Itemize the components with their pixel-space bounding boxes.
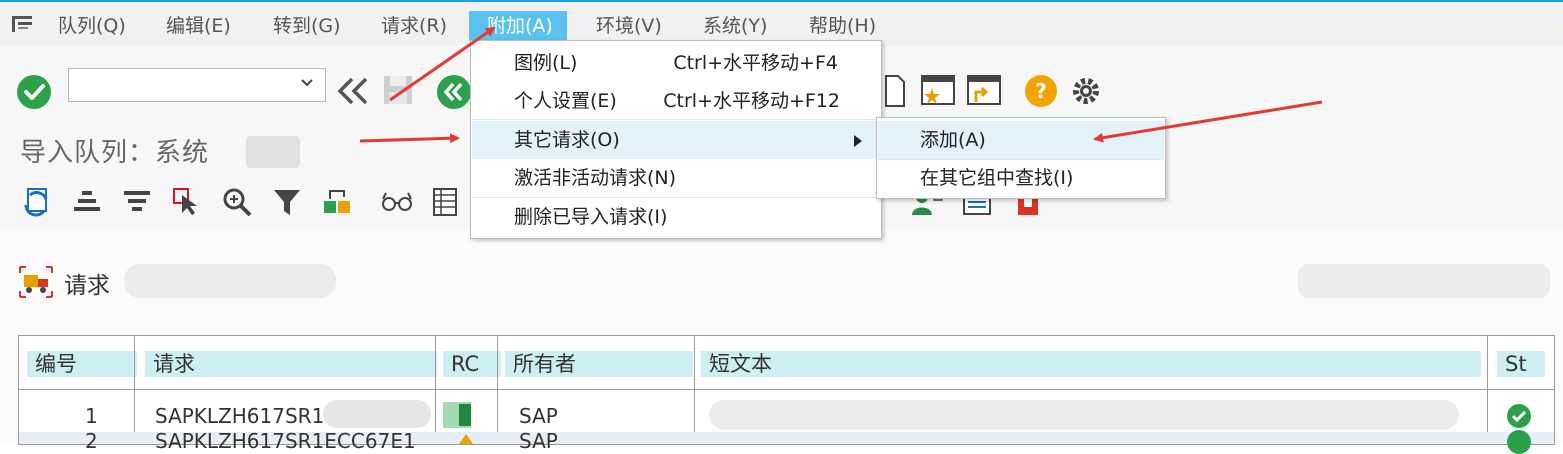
menu-extras[interactable]: 附加(A) — [469, 11, 567, 41]
menu-item-label: 其它请求(O) — [514, 129, 620, 151]
section-label: 请求 — [64, 273, 110, 299]
row-number: 2 — [85, 429, 98, 453]
filter-icon[interactable] — [272, 187, 302, 217]
menu-handle-icon[interactable] — [12, 16, 34, 32]
transport-icon[interactable] — [320, 187, 354, 217]
col-header-number[interactable]: 编号 — [27, 351, 137, 377]
row-request-id[interactable]: SAPKLZH617SR1ECC67E1 — [155, 429, 416, 453]
menu-item-other-requests[interactable]: 其它请求(O) — [472, 121, 880, 159]
menu-item-activate-inactive[interactable]: 激活非活动请求(N) — [472, 159, 880, 197]
layout-icon[interactable] — [432, 187, 458, 217]
menu-goto[interactable]: 转到(G) — [267, 11, 347, 41]
redacted-header-info — [1298, 264, 1550, 298]
truck-request-icon — [18, 265, 54, 299]
menu-item-label: 激活非活动请求(N) — [514, 167, 677, 189]
back-green-button[interactable] — [437, 75, 471, 109]
menu-request[interactable]: 请求(R) — [375, 11, 453, 41]
rc-indicator — [443, 402, 471, 428]
row-owner: SAP — [519, 404, 558, 428]
submenu-arrow-icon — [854, 135, 862, 147]
requests-table: 编号 请求 RC 所有者 短文本 St 1 SAPKLZH617SR1 SAP … — [18, 335, 1555, 454]
col-header-owner[interactable]: 所有者 — [505, 351, 693, 377]
col-divider — [497, 336, 498, 444]
svg-text:?: ? — [1035, 79, 1047, 103]
zoom-icon[interactable] — [222, 187, 252, 217]
shortcut-icon[interactable] — [966, 72, 1002, 108]
menu-separator — [472, 119, 880, 120]
sort-ascending-icon[interactable] — [72, 189, 102, 215]
chevron-down-icon[interactable] — [299, 75, 315, 91]
menu-item-shortcut: Ctrl+水平移动+F4 — [673, 52, 838, 74]
col-divider — [134, 336, 135, 444]
menu-item-shortcut: Ctrl+水平移动+F12 — [663, 90, 840, 112]
extras-dropdown-menu: 图例(L) Ctrl+水平移动+F4 个人设置(E) Ctrl+水平移动+F12… — [470, 40, 882, 239]
col-header-short-text[interactable]: 短文本 — [701, 351, 1481, 377]
row-request-id[interactable]: SAPKLZH617SR1 — [155, 404, 324, 428]
menu-edit[interactable]: 编辑(E) — [160, 11, 237, 41]
redacted-short-text — [709, 400, 1459, 430]
favorites-icon[interactable] — [920, 72, 956, 108]
menu-item-label: 删除已导入请求(I) — [514, 206, 668, 228]
status-ok-icon — [1507, 404, 1531, 428]
menu-item-label: 在其它组中查找(I) — [920, 167, 1074, 189]
help-icon[interactable]: ? — [1024, 74, 1058, 108]
command-field[interactable] — [68, 68, 326, 102]
menu-help[interactable]: 帮助(H) — [803, 11, 882, 41]
refresh-icon[interactable] — [22, 187, 52, 217]
row-number: 1 — [85, 404, 98, 428]
sort-descending-icon[interactable] — [122, 189, 152, 215]
col-divider — [1487, 336, 1488, 444]
menu-item-delete-imported[interactable]: 删除已导入请求(I) — [472, 198, 880, 236]
menu-item-legend[interactable]: 图例(L) Ctrl+水平移动+F4 — [472, 44, 880, 82]
col-header-status[interactable]: St — [1497, 351, 1545, 377]
other-requests-submenu: 添加(A) 在其它组中查找(I) — [876, 117, 1166, 199]
redacted-request-suffix — [323, 400, 431, 428]
submenu-item-find-in-other-groups[interactable]: 在其它组中查找(I) — [878, 159, 1164, 197]
col-divider — [435, 336, 436, 444]
row-owner: SAP — [519, 429, 558, 453]
status-ok-icon — [1507, 430, 1531, 454]
page-title: 导入队列：系统 — [20, 138, 210, 168]
menu-item-personal-settings[interactable]: 个人设置(E) Ctrl+水平移动+F12 — [472, 82, 880, 120]
select-cursor-icon[interactable] — [172, 187, 202, 217]
enter-button[interactable] — [17, 75, 51, 109]
submenu-item-add[interactable]: 添加(A) — [878, 121, 1164, 159]
menu-environment[interactable]: 环境(V) — [590, 11, 668, 41]
menu-item-label: 图例(L) — [514, 52, 578, 74]
menu-system[interactable]: 系统(Y) — [697, 11, 773, 41]
menu-item-label: 个人设置(E) — [514, 90, 617, 112]
gear-icon[interactable] — [1069, 74, 1103, 108]
col-header-rc[interactable]: RC — [443, 351, 501, 377]
glasses-icon[interactable] — [380, 191, 414, 213]
redacted-section-text — [124, 264, 336, 298]
header-divider — [19, 389, 1554, 390]
col-divider — [694, 336, 695, 444]
menu-item-label: 添加(A) — [920, 129, 986, 151]
back-icon[interactable] — [336, 76, 370, 106]
col-header-request[interactable]: 请求 — [145, 351, 437, 377]
save-icon[interactable] — [382, 74, 414, 106]
redacted-system-id — [246, 136, 300, 168]
menu-queue[interactable]: 队列(Q) — [52, 11, 132, 41]
new-session-icon[interactable] — [884, 74, 906, 108]
